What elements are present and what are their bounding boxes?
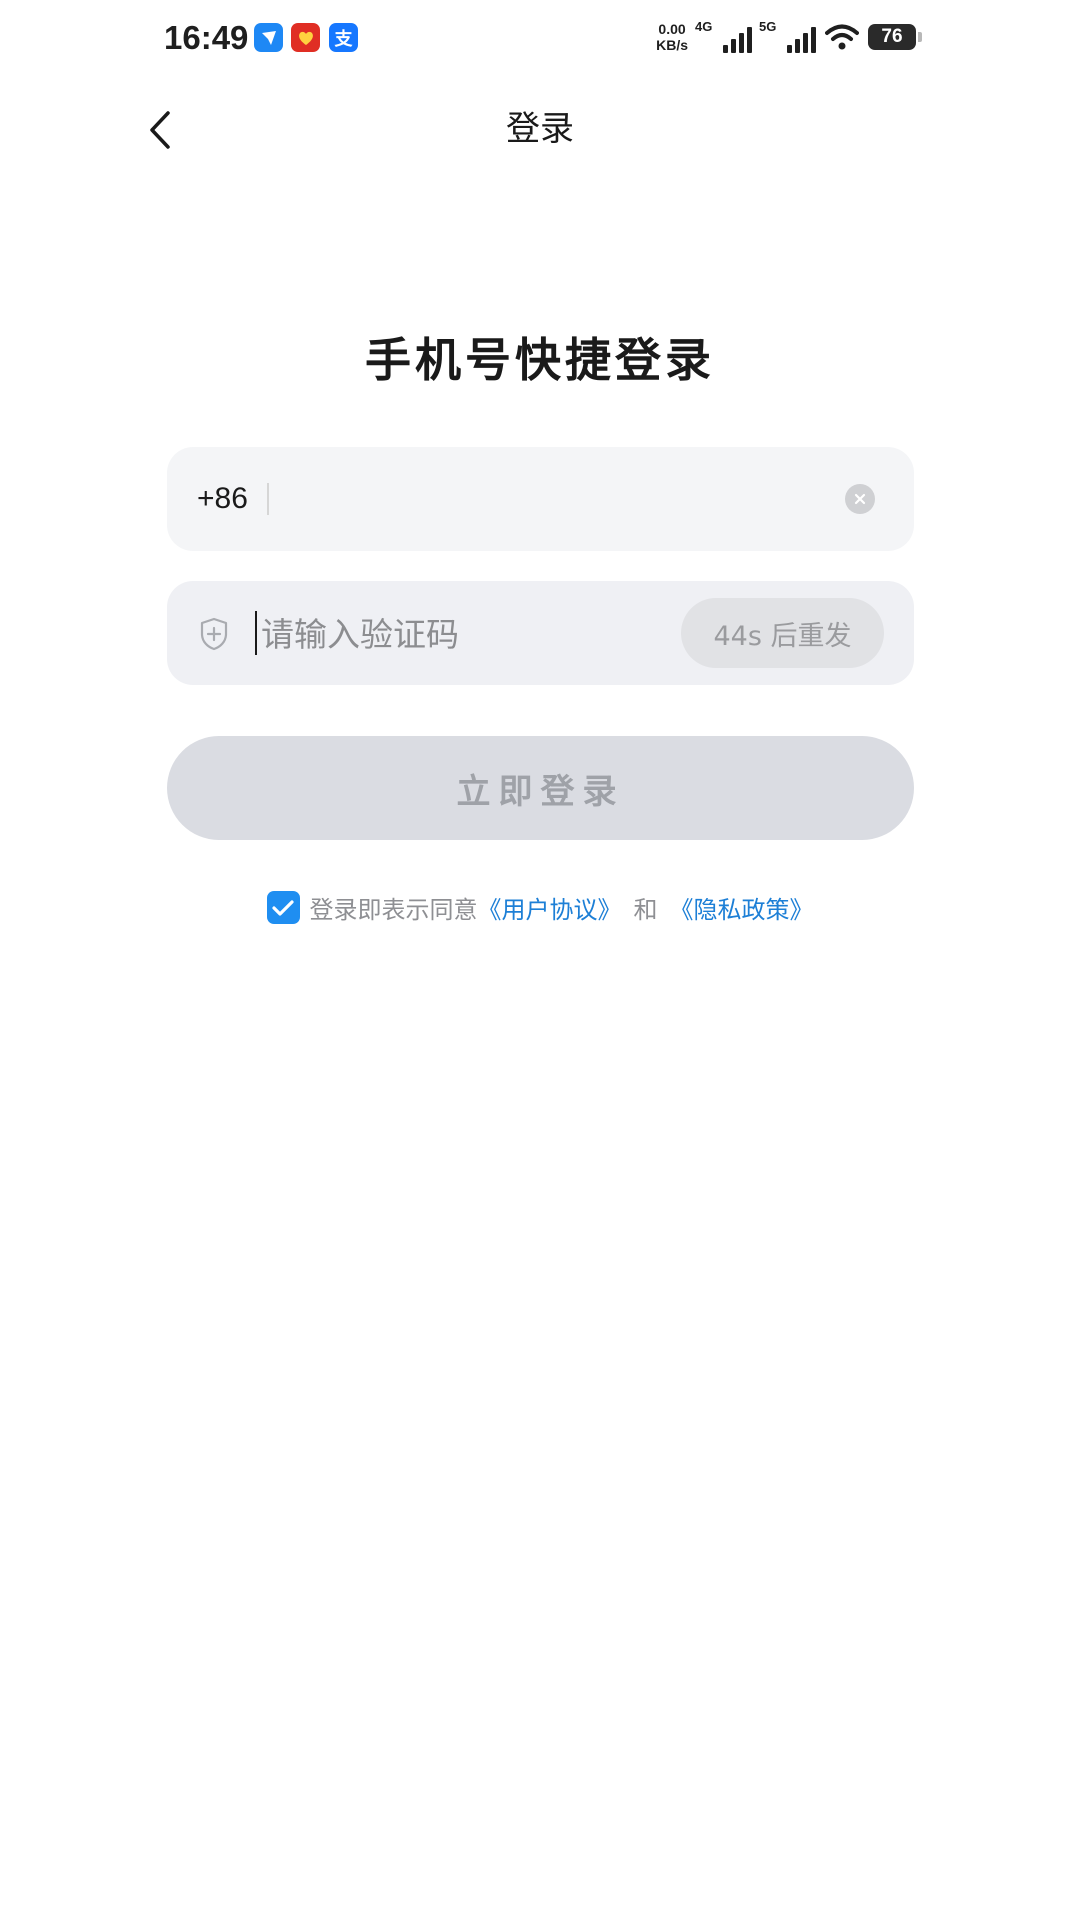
phone-field: +86 (167, 447, 914, 551)
pinduoduo-app-icon (291, 23, 320, 52)
net-speed-value: 0.00 (658, 21, 686, 37)
wifi-icon (825, 23, 859, 51)
verification-code-field: 44s 后重发 (167, 581, 914, 685)
clear-circle-icon (854, 493, 866, 505)
agreement-and: 和 (633, 896, 658, 924)
status-time: 16:49 (164, 19, 249, 56)
agreement-row: 登录即表示同意 《用户协议》 和 《隐私政策》 (0, 890, 1080, 925)
field-divider (267, 483, 269, 515)
network-speed: 0.00 KB/s (656, 21, 688, 53)
alipay-glyph: 支 (334, 28, 353, 50)
shield-plus-icon (200, 617, 228, 651)
page-title: 登录 (506, 109, 574, 149)
battery-icon: 76 (868, 24, 922, 50)
net-speed-unit: KB/s (656, 37, 688, 53)
text-cursor (255, 611, 257, 655)
login-heading: 手机号快捷登录 (365, 333, 715, 387)
battery-level: 76 (881, 26, 903, 47)
user-agreement-link[interactable]: 《用户协议》 (478, 890, 622, 925)
alipay-app-icon: 支 (329, 23, 358, 52)
feishu-app-icon (254, 23, 283, 52)
phone-input[interactable] (285, 469, 809, 531)
agreement-prefix: 登录即表示同意 (309, 896, 478, 924)
clear-button[interactable] (845, 484, 875, 514)
signal-4g-label: 4G (695, 19, 713, 34)
resend-code-button[interactable]: 44s 后重发 (681, 598, 884, 668)
signal-5g-label: 5G (759, 19, 777, 34)
status-indicators: 0.00 KB/s 4G 5G 76 (656, 17, 922, 57)
signal-4g-icon: 4G (695, 19, 752, 53)
country-code[interactable]: +86 (197, 447, 248, 551)
checkmark-icon (272, 899, 294, 916)
verification-code-input[interactable] (259, 603, 643, 665)
signal-5g-icon: 5G (759, 19, 816, 53)
agreement-checkbox[interactable] (266, 891, 300, 924)
privacy-policy-link[interactable]: 《隐私政策》 (670, 890, 814, 925)
login-button[interactable]: 立即登录 (167, 736, 914, 840)
